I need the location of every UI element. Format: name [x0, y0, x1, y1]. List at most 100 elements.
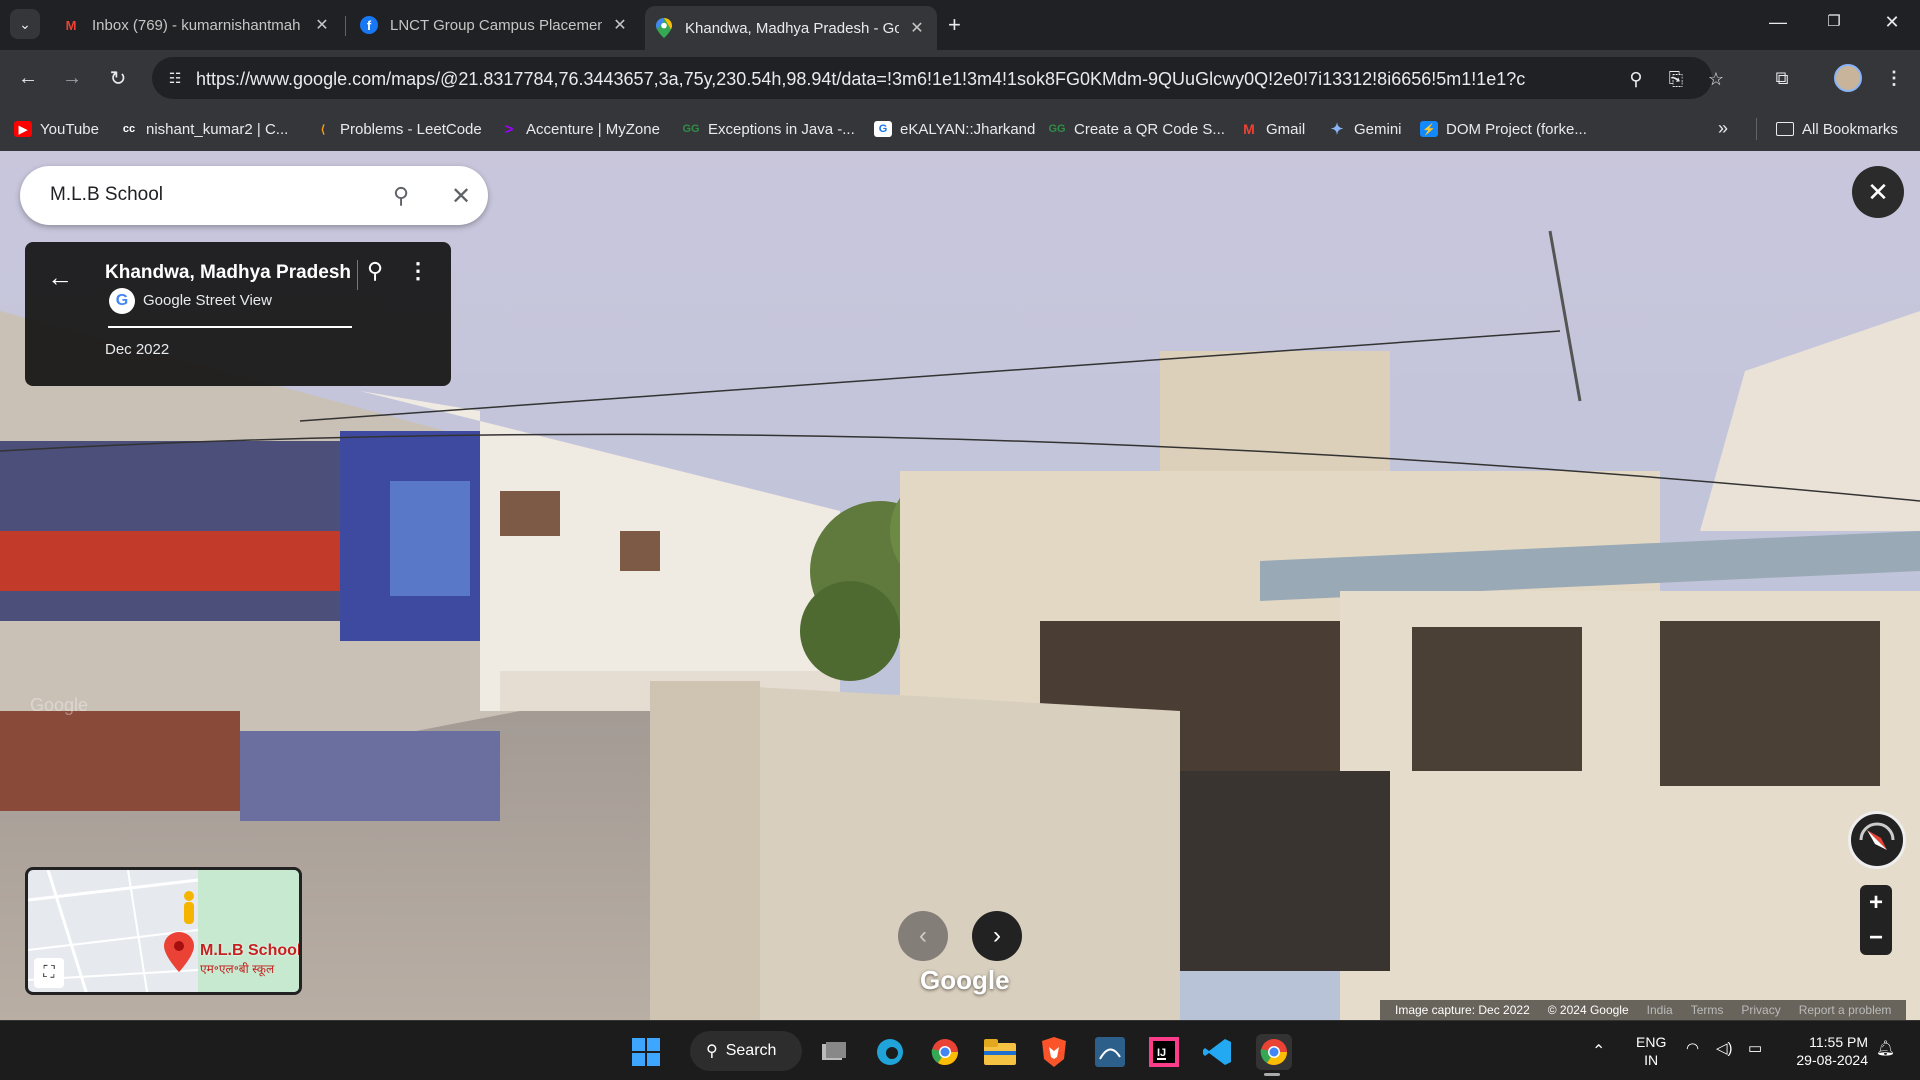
close-icon[interactable]: ✕ — [312, 15, 332, 35]
all-bookmarks-button[interactable]: All Bookmarks — [1776, 118, 1898, 140]
report-problem-link[interactable]: Report a problem — [1799, 1003, 1892, 1017]
bookmark-item[interactable]: > Accenture | MyZone — [500, 118, 660, 140]
previous-arrow-button[interactable]: ‹ — [898, 911, 948, 961]
pegman-icon — [184, 891, 194, 924]
terms-link[interactable]: Terms — [1691, 1003, 1724, 1017]
next-arrow-button[interactable]: › — [972, 911, 1022, 961]
privacy-link[interactable]: Privacy — [1741, 1003, 1780, 1017]
zoom-in-button[interactable]: + — [1860, 885, 1892, 920]
chevron-right-icon: › — [993, 922, 1001, 949]
install-app-icon[interactable]: ⎘ — [1664, 67, 1688, 91]
close-icon: ✕ — [1867, 176, 1889, 207]
new-tab-button[interactable]: + — [948, 12, 961, 38]
street-view[interactable]: Google M.L.B School ⚲ ✕ ← Khandwa, Madhy… — [0, 151, 1920, 1020]
mysql-workbench-icon[interactable] — [1092, 1034, 1128, 1070]
map-pin-icon[interactable]: ⚲ — [367, 258, 383, 284]
location-icon[interactable]: ⚲ — [1624, 67, 1648, 91]
close-icon[interactable]: ✕ — [610, 15, 630, 35]
compass-icon[interactable] — [1848, 811, 1906, 869]
search-input[interactable]: M.L.B School — [50, 184, 163, 206]
minimap-place-label: M.L.B School — [200, 942, 302, 959]
clock-date: 29-08-2024 — [1796, 1052, 1868, 1068]
restore-button[interactable]: ❐ — [1814, 12, 1854, 30]
bookmark-label: Create a QR Code S... — [1074, 120, 1225, 138]
codechef-icon: cc — [122, 123, 136, 135]
maps-search-box[interactable]: M.L.B School ⚲ ✕ — [20, 166, 488, 225]
gfg-icon: GG — [1048, 123, 1066, 135]
region-code: IN — [1644, 1052, 1659, 1068]
chevron-down-icon: ⌄ — [19, 15, 31, 32]
back-button[interactable]: ← — [14, 64, 42, 92]
clock-time: 11:55 PM — [1809, 1034, 1868, 1050]
extensions-icon[interactable]: ⧉ — [1768, 64, 1796, 92]
tab-facebook[interactable]: f LNCT Group Campus Placement ✕ — [350, 6, 640, 44]
chevron-up-icon[interactable]: ⌃ — [1592, 1041, 1605, 1061]
minimap-place-label-hindi: एम॰एल॰बी स्कूल — [200, 962, 275, 976]
edge-icon[interactable] — [872, 1034, 908, 1070]
chrome-active-icon[interactable] — [1256, 1034, 1292, 1070]
language-indicator[interactable]: ENG IN — [1636, 1033, 1666, 1069]
tab-google-maps[interactable]: Khandwa, Madhya Pradesh - Go ✕ — [645, 6, 937, 50]
volume-icon[interactable]: ◁) — [1716, 1039, 1733, 1057]
intellij-icon[interactable]: IJ — [1146, 1034, 1182, 1070]
bookmark-item[interactable]: ✦ Gemini — [1328, 118, 1402, 140]
zoom-out-button[interactable]: − — [1860, 920, 1892, 955]
taskbar-search[interactable]: ⚲ Search — [690, 1031, 802, 1071]
brave-icon[interactable] — [1036, 1034, 1072, 1070]
address-bar[interactable]: ☷ https://www.google.com/maps/@21.831778… — [152, 57, 1724, 99]
notification-bell-icon[interactable]: 🔔︎ — [1876, 1039, 1895, 1057]
battery-icon[interactable]: ▭ — [1748, 1039, 1762, 1057]
url-text[interactable]: https://www.google.com/maps/@21.8317784,… — [196, 69, 1526, 90]
reload-button[interactable]: ↻ — [104, 64, 132, 92]
language-code: ENG — [1636, 1034, 1667, 1050]
taskbar-search-label: Search — [725, 1042, 777, 1059]
forward-button[interactable]: → — [58, 64, 86, 92]
profile-avatar[interactable] — [1834, 64, 1862, 92]
clock[interactable]: 11:55 PM 29-08-2024 — [1786, 1033, 1868, 1069]
bookmark-item[interactable]: ⚡ DOM Project (forke... — [1420, 118, 1587, 140]
chevron-double-right-icon[interactable]: » — [1718, 118, 1728, 139]
bookmark-item[interactable]: ⟨ Problems - LeetCode — [314, 118, 482, 140]
close-icon[interactable]: ✕ — [907, 18, 927, 38]
back-arrow-icon[interactable]: ← — [47, 262, 73, 293]
reload-icon: ↻ — [109, 67, 127, 90]
bookmark-item[interactable]: cc nishant_kumar2 | C... — [120, 118, 288, 140]
task-view-icon[interactable] — [816, 1034, 852, 1070]
chevron-left-icon: ‹ — [919, 922, 927, 949]
bookmark-item[interactable]: GG Create a QR Code S... — [1048, 118, 1225, 140]
folder-icon — [1776, 122, 1794, 136]
region-link[interactable]: India — [1647, 1003, 1673, 1017]
bookmark-item[interactable]: M Gmail — [1240, 118, 1305, 140]
toolbar: ← → ↻ ☷ https://www.google.com/maps/@21.… — [0, 50, 1920, 106]
window-close-button[interactable]: ✕ — [1872, 12, 1912, 33]
windows-start-icon[interactable] — [628, 1034, 664, 1070]
google-maps-icon — [655, 18, 673, 38]
bookmark-item[interactable]: ▶ YouTube — [14, 118, 99, 140]
place-title: Khandwa, Madhya Pradesh — [105, 262, 352, 283]
minimap[interactable]: M.L.B School एम॰एल॰बी स्कूल ⛶ — [25, 867, 302, 995]
vscode-icon[interactable] — [1200, 1034, 1236, 1070]
file-explorer-icon[interactable] — [982, 1034, 1018, 1070]
accenture-icon: > — [504, 120, 514, 138]
more-vert-icon[interactable]: ⋮ — [1880, 64, 1908, 92]
search-icon: ⚲ — [706, 1043, 718, 1060]
clear-search-icon[interactable]: ✕ — [446, 181, 476, 211]
compass-needle — [1859, 822, 1895, 850]
tab-gmail[interactable]: M Inbox (769) - kumarnishantmah ✕ — [52, 6, 342, 44]
close-street-view-button[interactable]: ✕ — [1852, 166, 1904, 218]
bookmark-star-icon[interactable]: ☆ — [1704, 67, 1728, 91]
facebook-icon: f — [360, 16, 378, 34]
capture-date[interactable]: Dec 2022 — [105, 341, 169, 358]
wifi-icon[interactable]: ◠ — [1686, 1039, 1699, 1057]
tab-search-button[interactable]: ⌄ — [10, 9, 40, 39]
site-info-icon[interactable]: ☷ — [164, 67, 186, 89]
expand-map-icon[interactable]: ⛶ — [34, 958, 64, 988]
zoom-control: + − — [1860, 885, 1892, 955]
search-icon[interactable]: ⚲ — [386, 181, 416, 211]
minimize-button[interactable]: — — [1758, 12, 1798, 33]
bookmark-item[interactable]: GG Exceptions in Java -... — [682, 118, 854, 140]
chrome-icon[interactable] — [927, 1034, 963, 1070]
more-vert-icon[interactable]: ⋮ — [407, 258, 429, 284]
copyright: © 2024 Google — [1547, 1003, 1629, 1017]
bookmark-item[interactable]: G eKALYAN::Jharkand — [874, 118, 1035, 140]
